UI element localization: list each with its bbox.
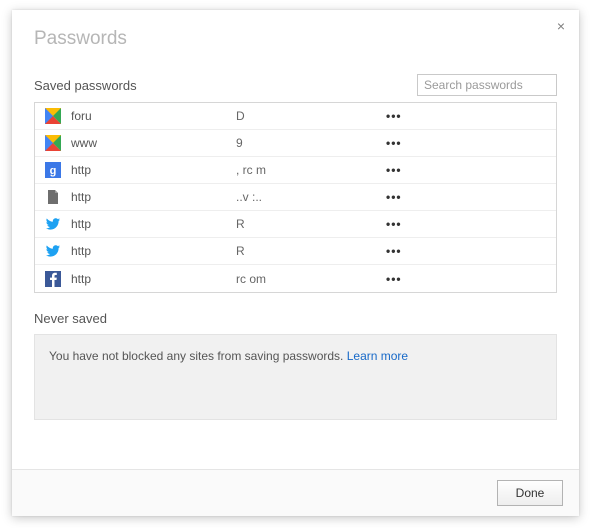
user-cell: R <box>236 244 386 258</box>
password-cell: ••• <box>386 109 546 123</box>
site-cell: foru <box>71 109 236 123</box>
site-cell: www <box>71 136 236 150</box>
file-icon <box>45 189 61 205</box>
user-cell: ..v :.. <box>236 190 386 204</box>
password-cell: ••• <box>386 190 546 204</box>
svg-text:g: g <box>50 165 57 177</box>
passwords-table: foruD•••www9•••ghttp, rc m•••http..v :..… <box>34 102 557 293</box>
dialog-footer: Done <box>12 469 579 516</box>
dialog-content: Saved passwords foruD•••www9•••ghttp, rc… <box>12 56 579 469</box>
done-button[interactable]: Done <box>497 480 563 506</box>
saved-header: Saved passwords <box>34 74 557 96</box>
password-cell: ••• <box>386 244 546 258</box>
site-cell: http <box>71 217 236 231</box>
passwords-dialog: × Passwords Saved passwords foruD•••www9… <box>12 10 579 516</box>
dialog-title: Passwords <box>12 10 579 56</box>
saved-passwords-label: Saved passwords <box>34 78 137 93</box>
learn-more-link[interactable]: Learn more <box>347 349 408 363</box>
close-button[interactable]: × <box>551 16 571 36</box>
table-row[interactable]: httprc om••• <box>35 265 556 292</box>
table-row[interactable]: http..v :..••• <box>35 184 556 211</box>
google-multicolor-icon <box>45 135 61 151</box>
google-g-icon: g <box>45 162 61 178</box>
user-cell: , rc m <box>236 163 386 177</box>
site-cell: http <box>71 244 236 258</box>
facebook-icon <box>45 271 61 287</box>
site-cell: http <box>71 190 236 204</box>
table-row[interactable]: www9••• <box>35 130 556 157</box>
user-cell: D <box>236 109 386 123</box>
password-cell: ••• <box>386 136 546 150</box>
table-row[interactable]: foruD••• <box>35 103 556 130</box>
table-row[interactable]: httpR••• <box>35 238 556 265</box>
google-multicolor-icon <box>45 108 61 124</box>
password-cell: ••• <box>386 217 546 231</box>
twitter-icon <box>45 243 61 259</box>
never-saved-message: You have not blocked any sites from savi… <box>49 349 347 363</box>
search-input[interactable] <box>417 74 557 96</box>
table-row[interactable]: httpR••• <box>35 211 556 238</box>
user-cell: 9 <box>236 136 386 150</box>
site-cell: http <box>71 272 236 286</box>
user-cell: R <box>236 217 386 231</box>
password-cell: ••• <box>386 272 546 286</box>
site-cell: http <box>71 163 236 177</box>
password-cell: ••• <box>386 163 546 177</box>
never-saved-box: You have not blocked any sites from savi… <box>34 334 557 420</box>
table-row[interactable]: g http, rc m••• <box>35 157 556 184</box>
twitter-icon <box>45 216 61 232</box>
never-saved-label: Never saved <box>34 311 557 326</box>
user-cell: rc om <box>236 272 386 286</box>
